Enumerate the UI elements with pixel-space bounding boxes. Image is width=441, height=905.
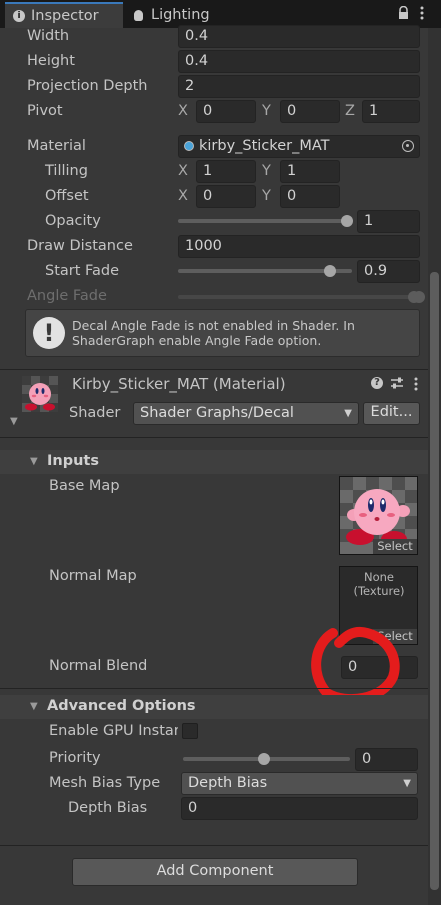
shader-dropdown[interactable]: Shader Graphs/Decal ▼	[133, 402, 359, 425]
height-label: Height	[27, 53, 75, 69]
edit-shader-button[interactable]: Edit...	[363, 402, 420, 425]
angle-fade-label: Angle Fade	[27, 288, 107, 304]
tab-bar: i Inspector Lighting	[0, 0, 441, 28]
divider	[0, 688, 428, 689]
pivot-z-field[interactable]: 1	[362, 100, 420, 123]
offset-y-label[interactable]: Y	[262, 188, 271, 204]
divider	[0, 369, 428, 370]
warning-help-box: ! Decal Angle Fade is not enabled in Sha…	[25, 309, 420, 357]
priority-field[interactable]: 0	[355, 748, 418, 771]
advanced-header-label: Advanced Options	[47, 698, 196, 714]
lock-icon[interactable]	[398, 5, 409, 19]
divider	[0, 437, 428, 438]
offset-x-label[interactable]: X	[178, 188, 188, 204]
chevron-down-icon: ▼	[344, 408, 352, 419]
tilling-x-label[interactable]: X	[178, 163, 188, 179]
projection-depth-field[interactable]: 2	[178, 75, 420, 98]
help-icon[interactable]: ?	[371, 377, 383, 389]
opacity-slider[interactable]	[178, 219, 350, 223]
normal-map-label: Normal Map	[49, 568, 137, 584]
object-picker-icon[interactable]	[402, 140, 414, 152]
add-component-button[interactable]: Add Component	[72, 858, 358, 886]
pivot-z-label[interactable]: Z	[345, 103, 355, 119]
gpu-instancing-checkbox[interactable]	[182, 723, 198, 739]
angle-fade-slider	[178, 295, 422, 299]
draw-distance-field[interactable]: 1000	[178, 235, 420, 258]
depth-bias-field[interactable]: 0	[181, 797, 418, 820]
depth-bias-label: Depth Bias	[68, 800, 148, 816]
material-preview-thumbnail	[22, 376, 58, 412]
pivot-x-field[interactable]: 0	[196, 100, 256, 123]
angle-fade-right-knob	[413, 291, 425, 303]
shader-label: Shader	[69, 405, 121, 421]
material-foldout-arrow-icon[interactable]: ▼	[10, 416, 18, 427]
material-more-options-icon[interactable]	[414, 377, 418, 391]
start-fade-slider-knob[interactable]	[324, 265, 336, 277]
material-title: Kirby_Sticker_MAT (Material)	[72, 375, 286, 393]
draw-distance-label: Draw Distance	[27, 238, 133, 254]
chevron-down-icon: ▼	[403, 778, 411, 789]
inputs-foldout-arrow-icon[interactable]: ▼	[30, 456, 38, 467]
shader-value: Shader Graphs/Decal	[140, 405, 294, 421]
base-map-texture-slot[interactable]: Select	[339, 476, 418, 555]
pivot-y-label[interactable]: Y	[262, 103, 271, 119]
gpu-instancing-label: Enable GPU Instar	[49, 723, 178, 739]
preset-icon[interactable]	[390, 376, 404, 390]
opacity-field[interactable]: 1	[357, 210, 420, 233]
material-field[interactable]: kirby_Sticker_MAT	[178, 135, 420, 158]
tilling-y-field[interactable]: 1	[280, 160, 340, 183]
pivot-y-field[interactable]: 0	[280, 100, 340, 123]
mesh-bias-type-label: Mesh Bias Type	[49, 775, 161, 791]
opacity-slider-knob[interactable]	[341, 215, 353, 227]
tab-inspector[interactable]: i Inspector	[5, 2, 123, 28]
opacity-label: Opacity	[45, 213, 101, 229]
normal-blend-label: Normal Blend	[49, 658, 148, 674]
divider	[0, 845, 428, 846]
info-icon: i	[13, 10, 25, 22]
mesh-bias-type-value: Depth Bias	[188, 775, 268, 791]
start-fade-label: Start Fade	[45, 263, 120, 279]
pivot-x-label[interactable]: X	[178, 103, 188, 119]
projection-depth-label: Projection Depth	[27, 78, 148, 94]
offset-label: Offset	[45, 188, 89, 204]
tab-label: Lighting	[151, 7, 210, 23]
material-value: kirby_Sticker_MAT	[199, 138, 330, 154]
tilling-x-field[interactable]: 1	[196, 160, 256, 183]
priority-label: Priority	[49, 750, 101, 766]
tab-label: Inspector	[31, 8, 99, 24]
more-options-icon[interactable]	[420, 6, 424, 20]
lightbulb-icon	[134, 9, 143, 21]
advanced-options-section-header[interactable]: ▼ Advanced Options	[0, 695, 428, 719]
inputs-header-label: Inputs	[47, 453, 99, 469]
width-label: Width	[27, 28, 70, 44]
tilling-y-label[interactable]: Y	[262, 163, 271, 179]
tilling-label: Tilling	[45, 163, 88, 179]
advanced-foldout-arrow-icon[interactable]: ▼	[30, 701, 38, 712]
warning-icon: !	[33, 317, 65, 349]
height-field[interactable]: 0.4	[178, 50, 420, 73]
width-field[interactable]: 0.4	[178, 25, 420, 48]
warning-text: Decal Angle Fade is not enabled in Shade…	[72, 318, 355, 348]
start-fade-field[interactable]: 0.9	[357, 260, 420, 283]
mesh-bias-type-dropdown[interactable]: Depth Bias ▼	[181, 772, 418, 795]
base-map-select-button[interactable]: Select	[373, 539, 417, 554]
pivot-label: Pivot	[27, 103, 63, 119]
priority-slider-knob[interactable]	[258, 753, 270, 765]
offset-y-field[interactable]: 0	[280, 185, 340, 208]
base-map-label: Base Map	[49, 478, 120, 494]
normal-map-none-text: None (Texture)	[353, 570, 405, 598]
red-annotation-circle	[311, 627, 400, 704]
material-label: Material	[27, 138, 86, 154]
scrollbar-thumb[interactable]	[430, 272, 439, 890]
inputs-section-header[interactable]: ▼ Inputs	[0, 450, 428, 474]
material-icon	[184, 141, 194, 151]
offset-x-field[interactable]: 0	[196, 185, 256, 208]
